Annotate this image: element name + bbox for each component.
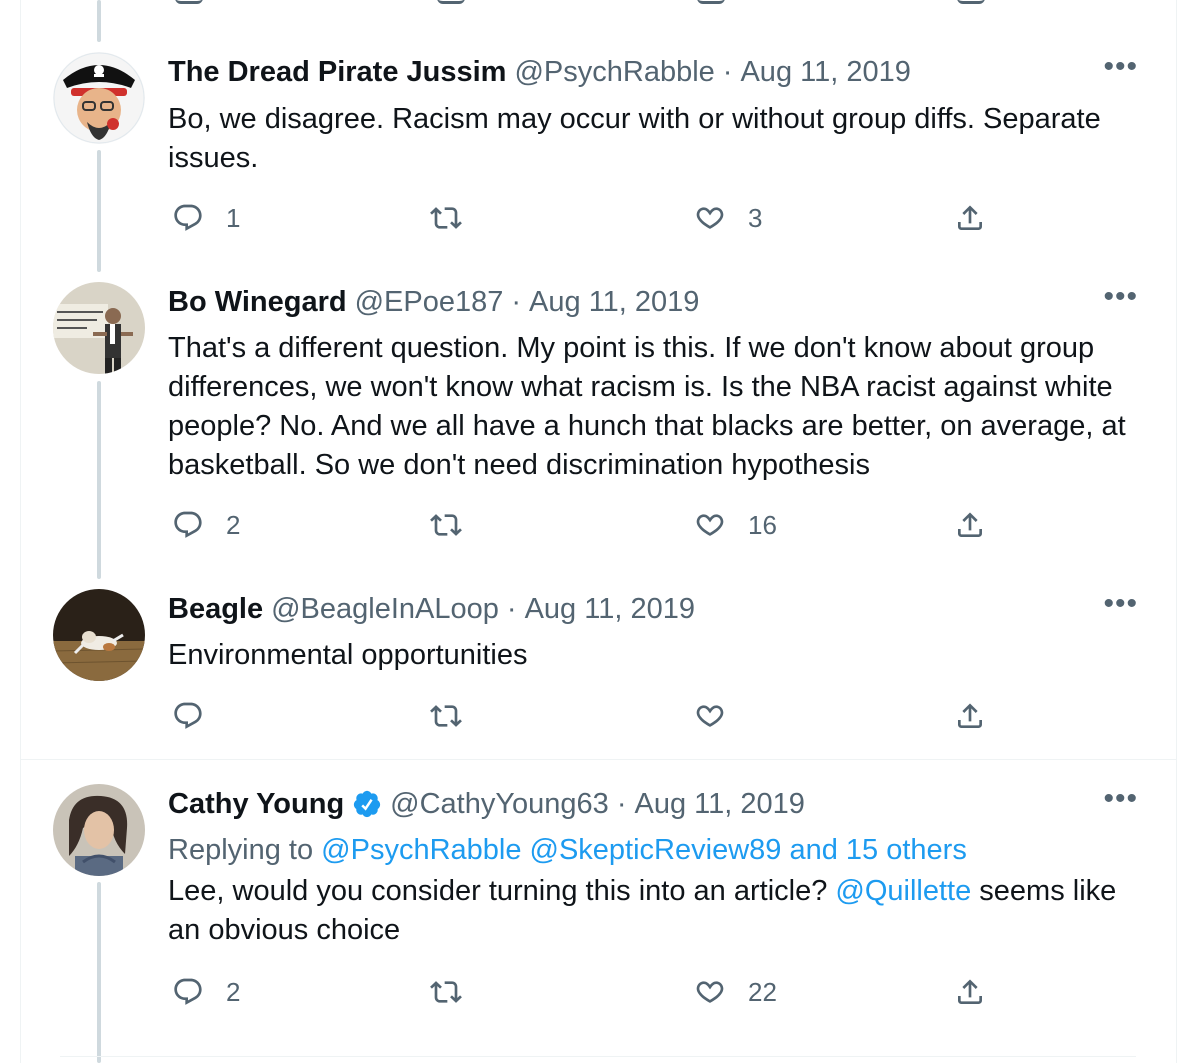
tweet-date[interactable]: Aug 11, 2019 (525, 593, 695, 626)
like-icon[interactable] (697, 0, 725, 4)
separator: · (511, 285, 522, 318)
retweet-button[interactable] (430, 505, 484, 545)
more-options-icon[interactable]: ••• (1103, 282, 1138, 312)
share-button[interactable] (954, 972, 986, 1012)
like-icon (696, 705, 724, 727)
tweet[interactable]: Cathy Young @CathyYoung63 · Aug 11, 2019… (20, 784, 1176, 1024)
tweet-thread: The Dread Pirate Jussim @PsychRabble · A… (0, 0, 1200, 1063)
retweet-button[interactable] (430, 198, 484, 238)
tweet-text: Environmental opportunities (168, 639, 528, 671)
reply-count: 2 (226, 976, 241, 1007)
reply-button[interactable]: 2 (172, 505, 240, 545)
retweet-button[interactable] (430, 696, 484, 736)
retweet-button[interactable] (430, 972, 484, 1012)
more-options-icon[interactable]: ••• (1103, 589, 1138, 619)
like-icon (696, 207, 724, 229)
tweet-header: Cathy Young @CathyYoung63 · Aug 11, 2019… (168, 784, 1146, 824)
user-handle[interactable]: @PsychRabble (514, 56, 714, 89)
tweet-actions: 1 3 (168, 198, 998, 238)
tweet-text: Lee, would you consider turning this int… (168, 872, 1146, 950)
tweet-text: Bo, we disagree. Racism may occur with o… (168, 103, 1101, 174)
display-name[interactable]: Cathy Young (168, 788, 344, 821)
tweet[interactable]: Beagle @BeagleInALoop · Aug 11, 2019 •••… (20, 589, 1176, 739)
more-options-icon[interactable]: ••• (1103, 52, 1138, 82)
separator: · (616, 787, 627, 820)
tweet-actions: 2 16 (168, 505, 998, 545)
reply-icon (174, 978, 202, 1005)
share-icon (958, 205, 982, 230)
reply-count: 1 (226, 202, 241, 233)
tweet-date[interactable]: Aug 11, 2019 (740, 56, 910, 89)
retweet-icon (430, 514, 462, 536)
like-count: 16 (748, 509, 777, 540)
tweet-date[interactable]: Aug 11, 2019 (529, 286, 699, 319)
share-icon (958, 979, 982, 1004)
replying-label: Replying to (168, 834, 314, 866)
avatar[interactable] (53, 589, 145, 681)
share-button[interactable] (954, 505, 986, 545)
more-options-icon[interactable]: ••• (1103, 784, 1138, 814)
separator: · (722, 55, 733, 88)
tweet-text: That's a different question. My point is… (168, 332, 1126, 481)
reply-count: 2 (226, 509, 241, 540)
tweet-header: Beagle @BeagleInALoop · Aug 11, 2019 ••• (168, 589, 1146, 629)
share-button[interactable] (954, 696, 986, 736)
verified-badge-icon (354, 790, 381, 818)
like-button[interactable] (694, 696, 748, 736)
reply-icon[interactable] (175, 0, 203, 4)
mention-link[interactable]: @Quillette (835, 875, 971, 907)
retweet-icon (430, 207, 462, 229)
tweet-header: The Dread Pirate Jussim @PsychRabble · A… (168, 52, 1146, 92)
avatar[interactable] (53, 784, 145, 876)
like-icon (696, 981, 724, 1003)
tweet-actions: 2 22 (168, 972, 998, 1012)
tweet-header: Bo Winegard @EPoe187 · Aug 11, 2019 ••• (168, 282, 1146, 322)
display-name[interactable]: Beagle (168, 593, 263, 626)
tweet[interactable]: The Dread Pirate Jussim @PsychRabble · A… (20, 52, 1176, 252)
thread-connector (97, 0, 101, 42)
user-handle[interactable]: @BeagleInALoop (271, 593, 499, 626)
reply-button[interactable]: 1 (172, 198, 240, 238)
tweet-text-part: Lee, would you consider turning this int… (168, 875, 828, 907)
retweet-icon (430, 705, 462, 727)
previous-tweet-actions (0, 0, 1200, 6)
tweet-date[interactable]: Aug 11, 2019 (634, 788, 804, 821)
user-handle[interactable]: @EPoe187 (355, 286, 504, 319)
reply-button[interactable]: 2 (172, 972, 240, 1012)
tweet-actions (168, 696, 998, 736)
avatar[interactable] (53, 282, 145, 374)
reply-icon (174, 702, 202, 729)
reply-button[interactable] (172, 696, 226, 736)
share-icon (958, 512, 982, 537)
like-button[interactable]: 3 (694, 198, 762, 238)
reply-icon (174, 204, 202, 231)
reply-box-border (60, 1056, 1136, 1057)
share-icon (958, 703, 982, 728)
tweet[interactable]: Bo Winegard @EPoe187 · Aug 11, 2019 ••• … (20, 282, 1176, 562)
replying-to-link[interactable]: @PsychRabble @SkepticReview89 and 15 oth… (321, 834, 967, 866)
retweet-icon[interactable] (437, 0, 465, 4)
display-name[interactable]: Bo Winegard (168, 286, 347, 319)
avatar[interactable] (53, 52, 145, 144)
thread-divider (20, 759, 1176, 760)
like-icon (696, 514, 724, 536)
share-icon[interactable] (957, 0, 985, 4)
like-count: 22 (748, 976, 777, 1007)
reply-icon (174, 511, 202, 538)
retweet-icon (430, 981, 462, 1003)
like-button[interactable]: 22 (694, 972, 777, 1012)
replying-to: Replying to @PsychRabble @SkepticReview8… (168, 830, 1146, 870)
share-button[interactable] (954, 198, 986, 238)
separator: · (506, 592, 517, 625)
timeline-border-right (1176, 0, 1177, 1063)
display-name[interactable]: The Dread Pirate Jussim (168, 56, 506, 89)
user-handle[interactable]: @CathyYoung63 (390, 788, 609, 821)
like-count: 3 (748, 202, 763, 233)
like-button[interactable]: 16 (694, 505, 777, 545)
